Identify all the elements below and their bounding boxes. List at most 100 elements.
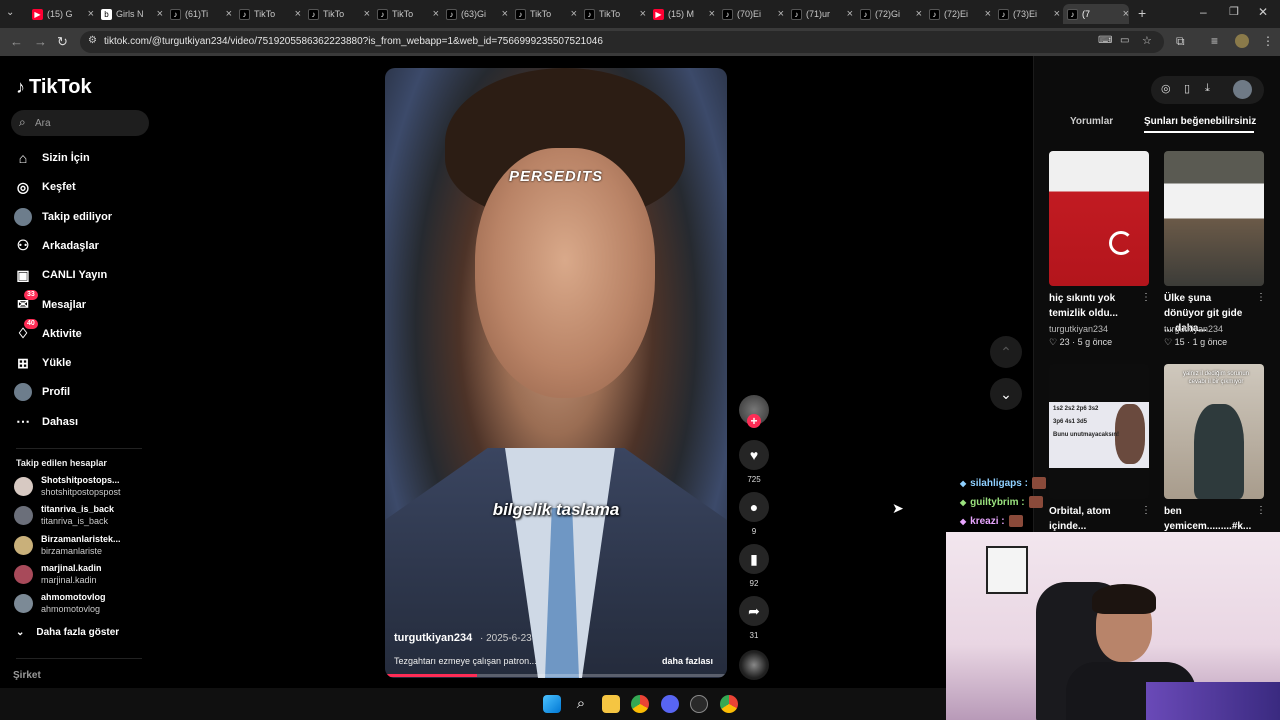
profile-avatar-icon[interactable] [1235,34,1249,48]
tab-close-icon[interactable]: × [916,8,922,20]
address-bar[interactable]: ⚙ tiktok.com/@turgutkiyan234/video/75192… [80,31,1164,53]
tab-comments[interactable]: Yorumlar [1070,116,1113,127]
tab-close-icon[interactable]: × [157,8,163,20]
card-title[interactable]: ben yemicem.........#k... [1164,504,1252,534]
sidebar-item[interactable]: ▣ CANLI Yayın [12,263,152,287]
followed-account[interactable]: marjinal.kadin marjinal.kadin [14,562,154,588]
recommended-video-thumbnail[interactable] [1164,151,1264,286]
discord-icon[interactable] [661,695,679,713]
file-explorer-icon[interactable] [602,695,620,713]
browser-tab[interactable]: ♪ (63)Gi × [442,4,508,24]
close-window-button[interactable]: ✕ [1258,5,1268,19]
sidebar-item[interactable]: ✉ 33 Mesajlar [12,289,152,317]
followed-account[interactable]: ahmomotovlog ahmomotovlog [14,591,154,617]
save-button[interactable]: ▮ 92 [738,544,770,588]
browser-tab[interactable]: ♪ TikTo × [235,4,301,24]
browser-tab[interactable]: ♪ (73)Ei × [994,4,1060,24]
phone-icon[interactable]: ▯ [1184,82,1190,95]
browser-tab[interactable]: ▶ (15) M × [649,4,715,24]
tab-close-icon[interactable]: × [226,8,232,20]
card-title[interactable]: hiç sıkıntı yok temizlik oldu... [1049,291,1137,321]
taskbar-search-icon[interactable]: ⌕ [572,695,590,713]
followed-account[interactable]: Birzamanlaristek... birzamanlariste [14,533,154,559]
browser-tab[interactable]: ♪ (70)Ei × [718,4,784,24]
tab-close-icon[interactable]: × [847,8,853,20]
recommended-video-thumbnail[interactable] [1049,151,1149,286]
browser-menu-icon[interactable]: ⋮ [1262,34,1274,48]
next-video-button[interactable]: ⌄ [990,378,1022,410]
tab-close-icon[interactable]: × [571,8,577,20]
maximize-button[interactable]: ❐ [1229,5,1239,18]
tab-close-icon[interactable]: × [1123,8,1129,20]
site-info-icon[interactable]: ⚙ [88,35,97,46]
user-avatar-icon[interactable] [1233,80,1252,99]
search-box[interactable]: ⌕ [11,110,149,136]
card-author[interactable]: turgutkiyan234 [1164,324,1223,334]
obs-icon[interactable] [690,695,708,713]
browser-tab[interactable]: b Girls N × [97,4,163,24]
sidebar-item[interactable]: Profil [12,380,152,404]
sidebar-item[interactable]: ⊞ Yükle [12,351,152,375]
bookmark-star-icon[interactable]: ☆ [1142,34,1152,47]
tab-close-icon[interactable]: × [295,8,301,20]
reading-list-icon[interactable]: ≡ [1211,34,1218,48]
tab-close-icon[interactable]: × [502,8,508,20]
comment-button[interactable]: ● 9 [738,492,770,536]
browser-tab[interactable]: ♪ (72)Ei × [925,4,991,24]
forward-arrow-icon[interactable]: → [34,34,47,49]
browser-tab[interactable]: ♪ (7 × [1063,4,1129,24]
video-author[interactable]: turgutkiyan234 [394,632,472,644]
reload-icon[interactable]: ↻ [57,34,68,50]
sidebar-item[interactable]: ◎ Keşfet [12,175,152,199]
translate-icon[interactable]: ⌨ [1098,35,1112,46]
sidebar-item[interactable]: ⋯ Dahası [12,410,152,434]
extensions-icon[interactable]: ⧉ [1176,34,1185,49]
followed-account[interactable]: Shotshitpostops... shotshitpostopspost [14,474,154,500]
video-progress-bar[interactable] [385,674,727,677]
video-player[interactable]: PERSEDITS bilgelik taslama turgutkiyan23… [385,68,727,678]
download-icon[interactable]: ⤓ [1205,82,1210,95]
card-title[interactable]: Orbital, atom içinde... [1049,504,1137,534]
install-app-icon[interactable]: ▭ [1120,35,1129,46]
browser-tab[interactable]: ♪ TikTo × [304,4,370,24]
tab-close-icon[interactable]: × [1054,8,1060,20]
browser-tab[interactable]: ♪ TikTo × [511,4,577,24]
recommended-video-thumbnail[interactable]: yalnız il dediğim sorunun cevabı il bir … [1164,364,1264,499]
browser-tab[interactable]: ♪ TikTo × [580,4,646,24]
company-link[interactable]: Şirket [13,670,41,681]
tab-close-icon[interactable]: × [985,8,991,20]
followed-account[interactable]: titanriva_is_back titanriva_is_back [14,503,154,529]
tab-search-icon[interactable]: ⌄ [6,7,14,18]
card-author[interactable]: turgutkiyan234 [1049,324,1108,334]
search-input[interactable] [35,114,140,132]
start-menu-icon[interactable] [543,695,561,713]
chrome-icon[interactable] [631,695,649,713]
browser-tab[interactable]: ♪ (71)ur × [787,4,853,24]
sidebar-item[interactable]: ⚇ Arkadaşlar [12,234,152,258]
tab-close-icon[interactable]: × [88,8,94,20]
browser-tab[interactable]: ♪ TikTo × [373,4,439,24]
explore-icon[interactable]: ◎ [1161,82,1171,95]
recommended-video-thumbnail[interactable]: 1s2 2s2 2p6 3s2 3p6 4s1 3d5 Bunu unutmay… [1049,364,1149,499]
browser-tab[interactable]: ▶ (15) G × [28,4,94,24]
sidebar-item[interactable]: Takip ediliyor [12,205,152,229]
tab-close-icon[interactable]: × [364,8,370,20]
tiktok-logo[interactable]: ♪ TikTok [16,76,92,99]
browser-tab[interactable]: ♪ (61)Ti × [166,4,232,24]
music-disc-icon[interactable] [739,650,769,680]
card-more-icon[interactable]: ⋮ [1141,292,1151,303]
minimize-button[interactable]: – [1200,5,1207,19]
tab-close-icon[interactable]: × [433,8,439,20]
tab-close-icon[interactable]: × [640,8,646,20]
sidebar-item[interactable]: ⌂ Sizin İçin [12,146,152,170]
show-more-accounts-button[interactable]: ⌄ Daha fazla göster [16,627,119,638]
back-arrow-icon[interactable]: ← [10,34,23,49]
sidebar-item[interactable]: ♢ 40 Aktivite [12,318,152,346]
like-button[interactable]: ♥ 725 [738,440,770,484]
tab-you-may-like[interactable]: Şunları beğenebilirsiniz [1144,116,1256,127]
follow-plus-button[interactable]: + [747,414,761,428]
previous-video-button[interactable]: ⌃ [990,336,1022,368]
card-more-icon[interactable]: ⋮ [1141,505,1151,516]
tab-close-icon[interactable]: × [778,8,784,20]
new-tab-button[interactable]: + [1138,5,1146,21]
